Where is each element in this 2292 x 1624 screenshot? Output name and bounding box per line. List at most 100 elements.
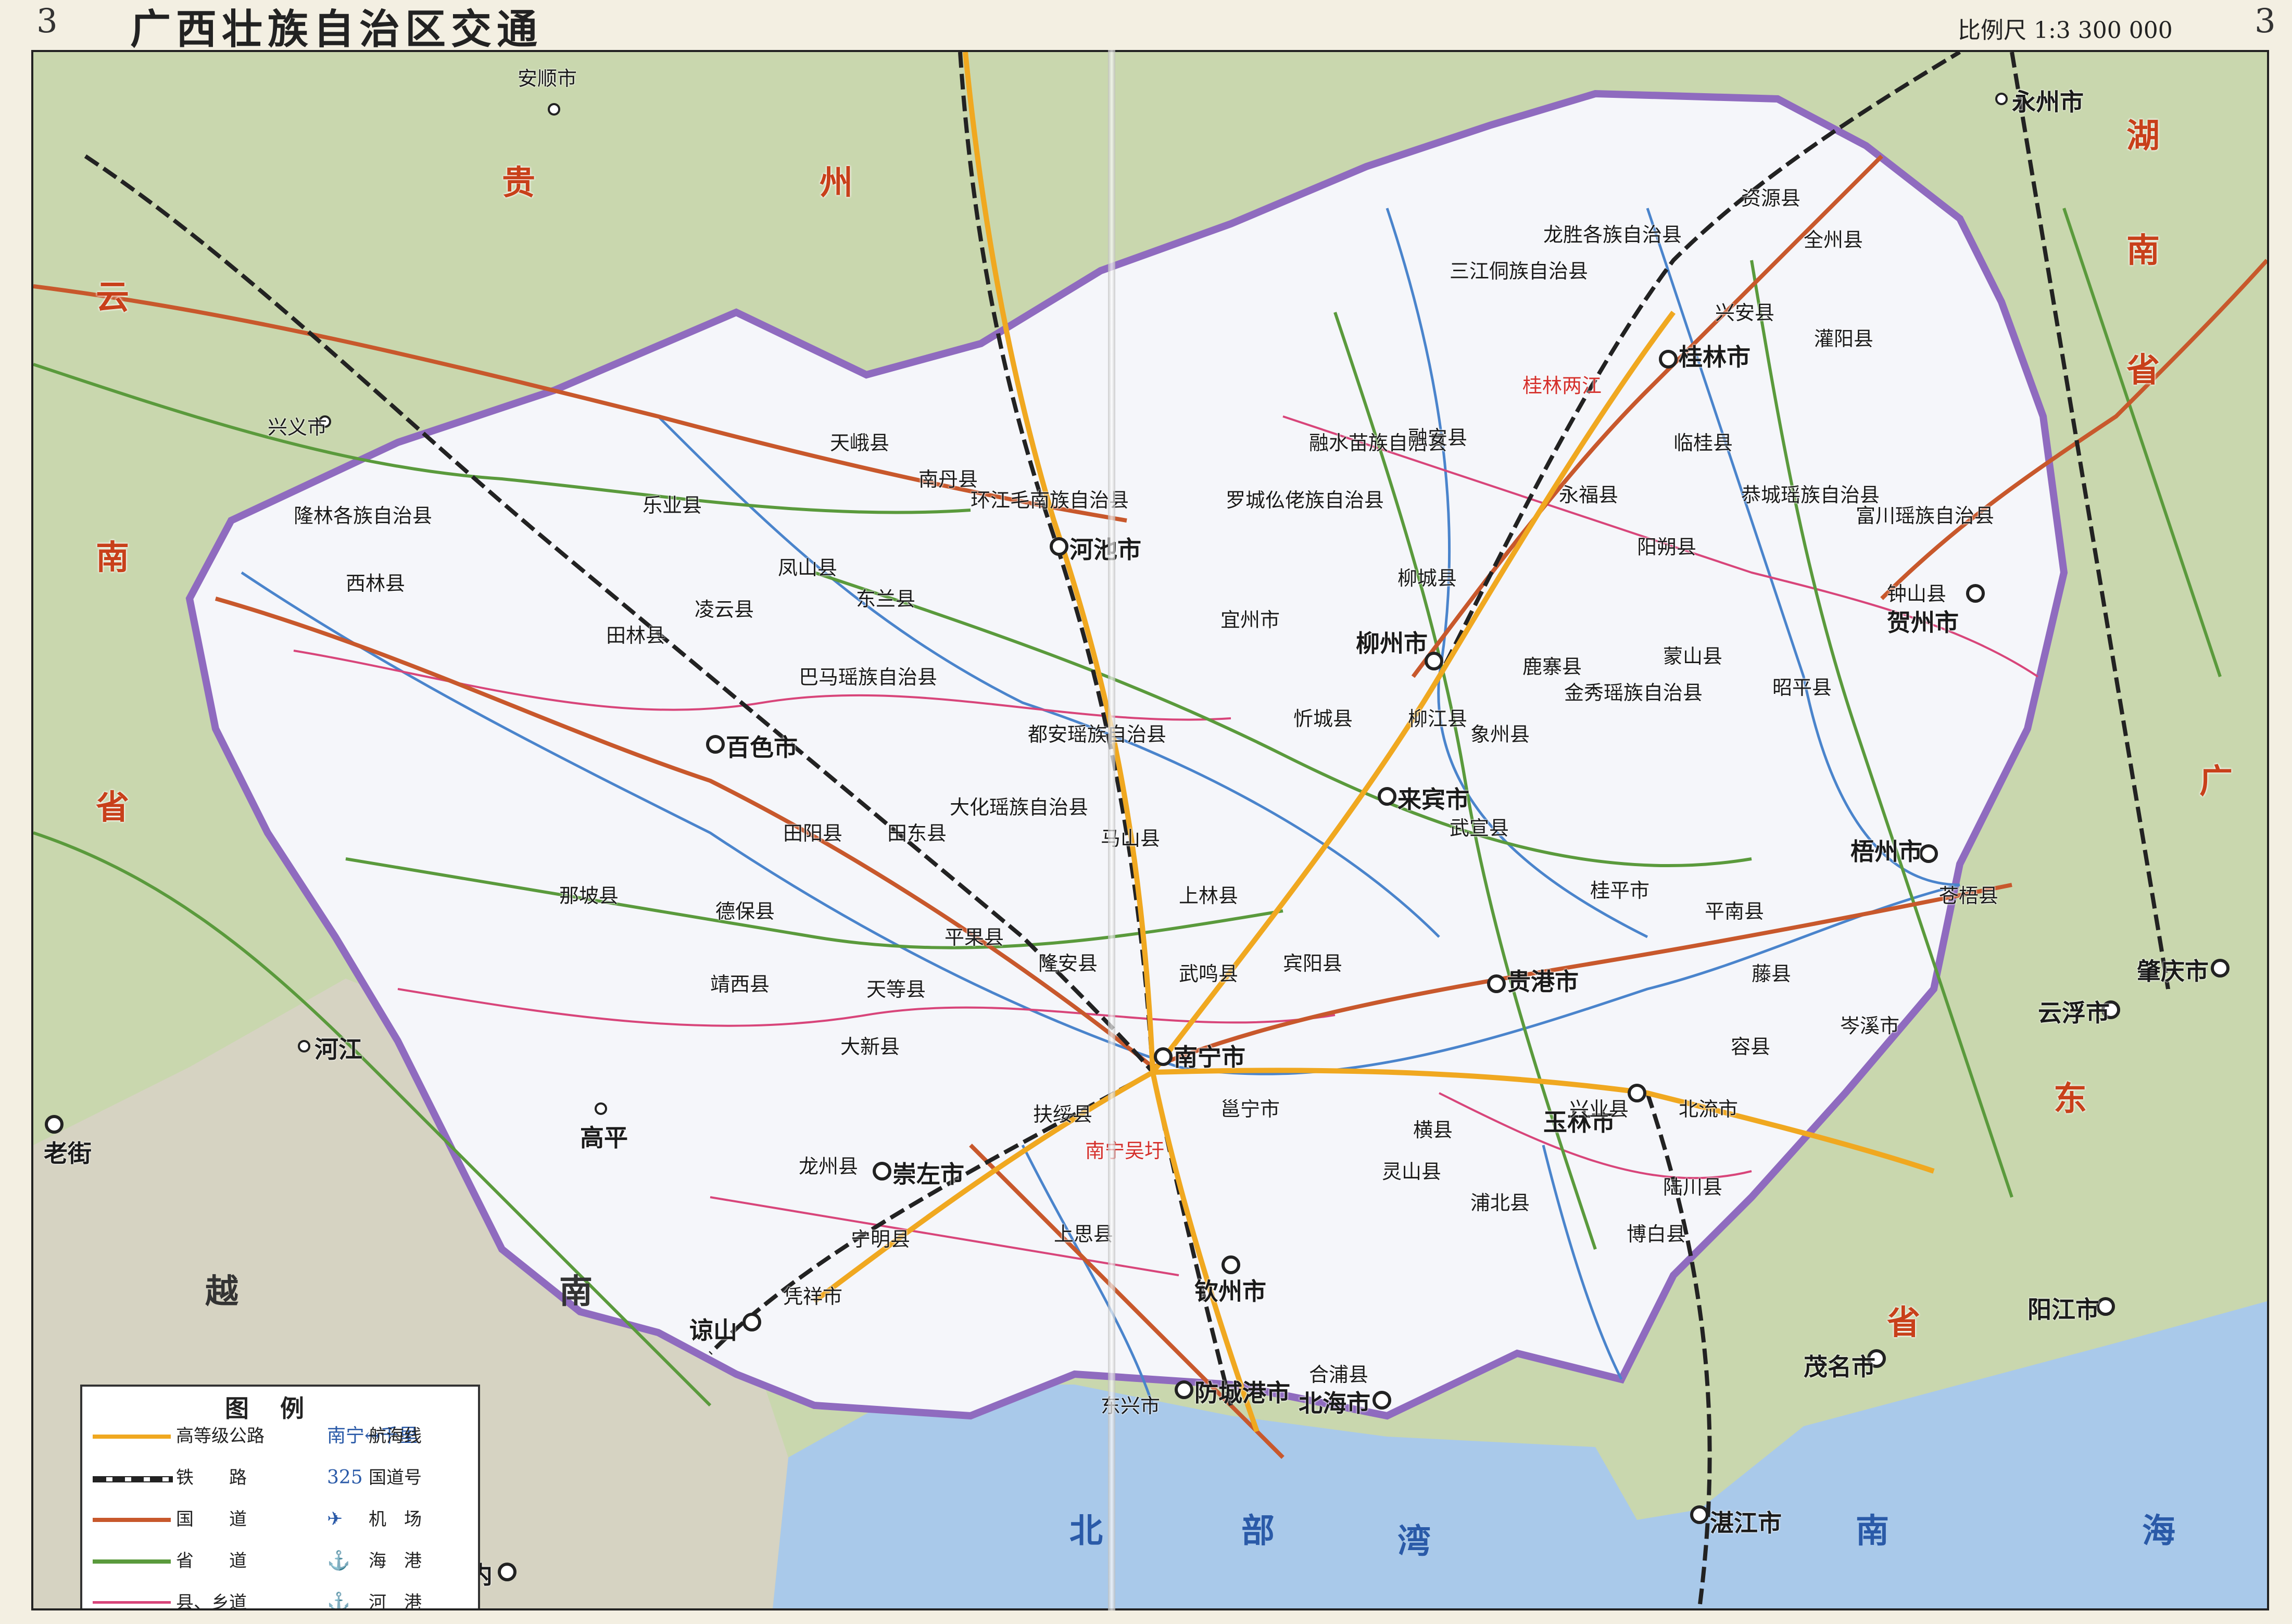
county-label[interactable]: 博白县 — [1627, 1218, 1686, 1247]
county-label[interactable]: 容县 — [1731, 1031, 1770, 1059]
county-label[interactable]: 武宣县 — [1450, 812, 1509, 841]
county-label[interactable]: 柳江县 — [1408, 703, 1467, 731]
county-label[interactable]: 邕宁市 — [1220, 1093, 1280, 1122]
county-label[interactable]: 凤山县 — [778, 552, 837, 580]
county-label[interactable]: 武鸣县 — [1179, 958, 1238, 986]
city-label[interactable]: 钦州市 — [1194, 1273, 1266, 1307]
city-label[interactable]: 湛江市 — [1710, 1504, 1782, 1539]
city-label[interactable]: 谅山 — [689, 1312, 737, 1346]
legend-row: 国 道 ✈ 机 场 — [93, 1506, 468, 1532]
county-label[interactable]: 宜州市 — [1220, 604, 1280, 632]
county-label[interactable]: 北流市 — [1679, 1093, 1738, 1122]
county-label[interactable]: 罗城仫佬族自治县 — [1226, 484, 1384, 513]
county-label[interactable]: 东兰县 — [856, 583, 915, 612]
county-label[interactable]: 兴安县 — [1715, 297, 1774, 325]
county-label[interactable]: 隆安县 — [1038, 947, 1098, 976]
county-label[interactable]: 大新县 — [840, 1031, 900, 1059]
county-label[interactable]: 藤县 — [1752, 958, 1791, 986]
county-label[interactable]: 灌阳县 — [1814, 323, 1873, 351]
county-label[interactable]: 靖西县 — [710, 968, 770, 997]
city-label[interactable]: 贺州市 — [1887, 604, 1959, 638]
county-label[interactable]: 天等县 — [866, 973, 926, 1002]
county-label[interactable]: 大化瑶族自治县 — [950, 791, 1088, 820]
county-label[interactable]: 宾阳县 — [1283, 947, 1342, 976]
county-label[interactable]: 环江毛南族自治县 — [971, 484, 1129, 513]
city-label[interactable]: 北海市 — [1299, 1385, 1370, 1419]
airport-label[interactable]: 桂林两江 — [1522, 370, 1602, 398]
county-label[interactable]: 象州县 — [1470, 718, 1530, 747]
county-label[interactable]: 灵山县 — [1382, 1156, 1441, 1184]
county-label[interactable]: 凭祥市 — [783, 1280, 842, 1309]
city-label[interactable]: 百色市 — [726, 729, 798, 763]
county-label[interactable]: 宁明县 — [851, 1223, 910, 1252]
county-label[interactable]: 上思县 — [1054, 1218, 1113, 1247]
county-label[interactable]: 浦北县 — [1470, 1187, 1530, 1215]
legend-label: 海 港 — [369, 1551, 422, 1571]
sea-label: 海 — [2142, 1512, 2175, 1551]
county-label[interactable]: 西林县 — [346, 567, 405, 596]
page-fold-divider — [1108, 50, 1115, 1610]
county-label[interactable]: 苍梧县 — [1939, 880, 1998, 908]
county-label[interactable]: 那坡县 — [559, 880, 619, 908]
airport-label[interactable]: 南宁吴圩 — [1085, 1135, 1164, 1163]
county-label[interactable]: 田阳县 — [783, 817, 842, 846]
county-label[interactable]: 岑溪市 — [1840, 1010, 1899, 1038]
county-label[interactable]: 全州县 — [1804, 224, 1863, 252]
county-label[interactable]: 巴马瑶族自治县 — [799, 661, 937, 690]
county-label[interactable]: 蒙山县 — [1663, 640, 1722, 669]
city-label[interactable]: 云浮市 — [2038, 994, 2110, 1029]
county-label[interactable]: 扶绥县 — [1033, 1098, 1092, 1127]
county-label[interactable]: 桂平市 — [1590, 874, 1649, 903]
city-label[interactable]: 永州市 — [2012, 83, 2084, 118]
city-label[interactable]: 梧州市 — [1850, 833, 1922, 867]
city-label[interactable]: 河池市 — [1069, 531, 1141, 565]
city-label[interactable]: 高平 — [580, 1119, 628, 1153]
county-label[interactable]: 金秀瑶族自治县 — [1564, 677, 1703, 705]
county-label[interactable]: 平南县 — [1705, 895, 1764, 924]
city-label[interactable]: 老街 — [44, 1135, 92, 1169]
county-label[interactable]: 凌云县 — [695, 593, 754, 622]
city-label[interactable]: 安顺市 — [518, 62, 577, 91]
county-label[interactable]: 横县 — [1413, 1114, 1453, 1143]
county-label[interactable]: 昭平县 — [1772, 671, 1832, 700]
county-label[interactable]: 上林县 — [1179, 880, 1238, 908]
county-label[interactable]: 忻城县 — [1293, 703, 1353, 731]
county-label[interactable]: 陆川县 — [1663, 1171, 1722, 1200]
map-canvas[interactable]: 贵 州 云 南 省 湖 南 省 广 东 省 越 南 北 部 湾 南 海 南宁市 … — [31, 50, 2269, 1610]
city-label[interactable]: 来宾市 — [1397, 781, 1469, 815]
county-label[interactable]: 龙胜各族自治县 — [1543, 219, 1682, 247]
county-label[interactable]: 隆林各族自治县 — [294, 500, 432, 528]
county-label[interactable]: 龙州县 — [799, 1150, 858, 1179]
county-label[interactable]: 鹿寨县 — [1522, 651, 1582, 679]
city-label[interactable]: 南宁市 — [1174, 1038, 1245, 1073]
city-label[interactable]: 柳州市 — [1356, 625, 1428, 659]
city-label[interactable]: 肇庆市 — [2137, 953, 2209, 987]
county-label[interactable]: 平果县 — [944, 921, 1004, 950]
county-label[interactable]: 乐业县 — [643, 489, 702, 518]
county-label[interactable]: 都安瑶族自治县 — [1028, 718, 1166, 747]
county-label[interactable]: 融安县 — [1408, 422, 1467, 450]
county-label[interactable]: 钟山县 — [1887, 578, 1946, 606]
city-label[interactable]: 桂林市 — [1679, 338, 1751, 373]
county-label[interactable]: 兴业县 — [1569, 1093, 1629, 1122]
county-label[interactable]: 德保县 — [715, 895, 775, 924]
county-label[interactable]: 资源县 — [1741, 182, 1800, 211]
county-label[interactable]: 阳朔县 — [1637, 531, 1696, 560]
county-label[interactable]: 永福县 — [1559, 479, 1618, 508]
county-label[interactable]: 天峨县 — [830, 427, 889, 455]
county-label[interactable]: 富川瑶族自治县 — [1856, 500, 1994, 528]
city-label[interactable]: 茂名市 — [1804, 1348, 1875, 1382]
county-label[interactable]: 临桂县 — [1673, 427, 1733, 455]
county-label[interactable]: 柳城县 — [1397, 562, 1457, 591]
county-label[interactable]: 田林县 — [606, 619, 665, 648]
city-label[interactable]: 防城港市 — [1194, 1374, 1290, 1409]
city-label[interactable]: 河江 — [314, 1031, 362, 1065]
city-label[interactable]: 崇左市 — [892, 1156, 964, 1190]
county-label[interactable]: 三江侗族自治县 — [1450, 255, 1588, 284]
city-label[interactable]: 贵港市 — [1507, 963, 1579, 997]
county-label[interactable]: 田东县 — [887, 817, 947, 846]
county-label[interactable]: 南丹县 — [918, 463, 978, 492]
city-label[interactable]: 兴义市 — [268, 411, 327, 440]
county-label[interactable]: 合浦县 — [1309, 1359, 1368, 1387]
city-label[interactable]: 阳江市 — [2027, 1291, 2099, 1325]
